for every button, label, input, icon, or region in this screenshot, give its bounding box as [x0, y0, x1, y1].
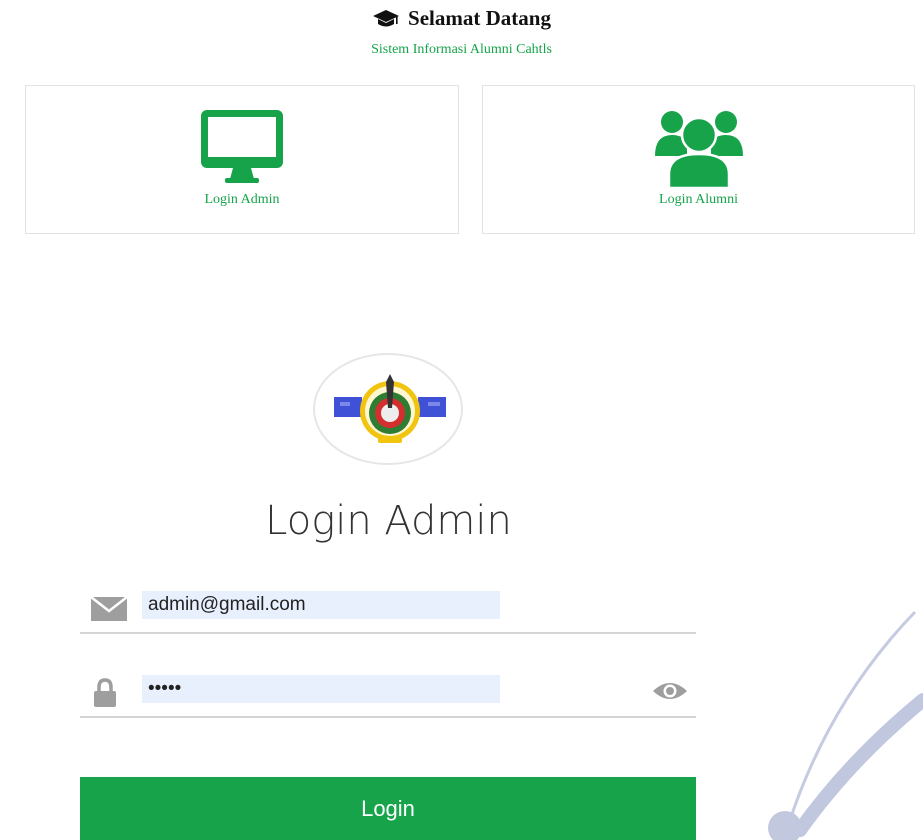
welcome-title-text: Selamat Datang — [408, 6, 551, 30]
password-input[interactable] — [142, 675, 500, 703]
welcome-subtitle: Sistem Informasi Alumni Cahtls — [371, 42, 552, 57]
email-field — [80, 588, 696, 634]
lock-icon — [90, 678, 120, 713]
show-password-eye-icon[interactable] — [652, 680, 688, 707]
login-alumni-label: Login Alumni — [659, 192, 738, 207]
password-field — [80, 672, 696, 718]
login-alumni-card[interactable]: Login Alumni — [482, 85, 915, 234]
login-admin-label: Login Admin — [204, 192, 280, 207]
email-input[interactable] — [142, 591, 500, 619]
login-button[interactable]: Login — [80, 777, 696, 840]
school-logo — [313, 353, 463, 465]
users-icon — [654, 108, 744, 193]
login-admin-card[interactable]: Login Admin — [25, 85, 459, 234]
login-form-title: Login Admin — [265, 498, 512, 544]
welcome-title: Selamat Datang — [0, 6, 923, 31]
graduation-cap-icon — [372, 9, 400, 29]
envelope-icon — [90, 594, 128, 627]
monitor-icon — [199, 108, 285, 189]
